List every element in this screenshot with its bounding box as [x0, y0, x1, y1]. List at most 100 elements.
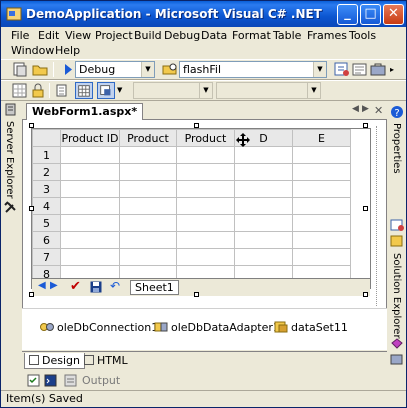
cell[interactable]: [234, 163, 293, 181]
previous-sheet-icon[interactable]: ◀: [38, 280, 46, 291]
resize-handle[interactable]: [29, 292, 34, 297]
column-header[interactable]: E: [292, 129, 351, 147]
row-header[interactable]: 3: [32, 180, 61, 198]
font-name-select[interactable]: ▼: [216, 82, 321, 99]
cell[interactable]: [234, 180, 293, 198]
cell[interactable]: [176, 197, 235, 215]
toolbar-overflow-icon[interactable]: ▸: [390, 61, 400, 78]
resource-view-icon[interactable]: [390, 353, 404, 366]
row-header[interactable]: 7: [32, 248, 61, 266]
class-view-icon[interactable]: [390, 235, 404, 248]
absolute-position-icon[interactable]: [53, 82, 71, 99]
menu-format[interactable]: Format: [232, 29, 271, 42]
menu-view[interactable]: View: [65, 29, 91, 42]
menu-debug[interactable]: Debug: [164, 29, 200, 42]
column-header[interactable]: Product ID: [60, 129, 120, 147]
cell[interactable]: [176, 231, 235, 249]
snap-to-grid-icon[interactable]: [97, 82, 115, 99]
layout-grid-icon[interactable]: [11, 82, 29, 99]
solution-explorer-tab[interactable]: Solution Explorer: [391, 253, 402, 343]
toolbox-icon[interactable]: [369, 61, 387, 78]
cell[interactable]: [176, 163, 235, 181]
cell[interactable]: [119, 231, 177, 249]
menu-tools[interactable]: Tools: [349, 29, 376, 42]
resize-handle[interactable]: [194, 123, 199, 128]
cell[interactable]: [292, 231, 351, 249]
solution-explorer-icon[interactable]: [333, 61, 351, 78]
resize-handle[interactable]: [194, 292, 199, 297]
tray-item-dataset[interactable]: dataSet11: [274, 321, 348, 334]
find-icon[interactable]: [161, 61, 179, 78]
menu-project[interactable]: Project: [95, 29, 133, 42]
cell[interactable]: [176, 146, 235, 164]
cell[interactable]: [60, 197, 120, 215]
resize-handle[interactable]: [29, 206, 34, 211]
spreadsheet-control[interactable]: Product ID Product Product D E 1 2 3 4 5…: [31, 128, 371, 296]
output-tab[interactable]: Output: [82, 374, 120, 387]
block-format-select[interactable]: ▼: [133, 82, 213, 99]
scroll-right-icon[interactable]: ▶: [362, 104, 369, 114]
column-header[interactable]: Product: [176, 129, 235, 147]
cell[interactable]: [234, 231, 293, 249]
cell[interactable]: [119, 146, 177, 164]
corner-cell[interactable]: [32, 129, 61, 147]
row-header[interactable]: 2: [32, 163, 61, 181]
cell[interactable]: [60, 231, 120, 249]
cell[interactable]: [234, 248, 293, 266]
output-icon[interactable]: [64, 374, 77, 387]
menu-build[interactable]: Build: [134, 29, 162, 42]
properties-icon[interactable]: [351, 61, 369, 78]
server-explorer-icon[interactable]: [4, 103, 17, 116]
cell[interactable]: [119, 180, 177, 198]
tray-item-adapter[interactable]: oleDbDataAdapter1: [154, 321, 280, 334]
row-header[interactable]: 4: [32, 197, 61, 215]
new-project-icon[interactable]: [11, 61, 29, 78]
row-header[interactable]: 5: [32, 214, 61, 232]
title-bar[interactable]: DemoApplication - Microsoft Visual C# .N…: [1, 1, 406, 27]
column-header[interactable]: Product: [119, 129, 177, 147]
menu-window[interactable]: Window: [11, 44, 54, 57]
menu-file[interactable]: File: [11, 29, 29, 42]
check-icon[interactable]: ✔: [70, 279, 81, 294]
class-view-icon[interactable]: [390, 337, 404, 350]
server-explorer-tab[interactable]: Server Explorer: [4, 121, 15, 201]
cell[interactable]: [234, 197, 293, 215]
row-header[interactable]: 6: [32, 231, 61, 249]
resize-handle[interactable]: [363, 206, 368, 211]
menu-help[interactable]: Help: [55, 44, 80, 57]
cell[interactable]: [119, 197, 177, 215]
cell[interactable]: [60, 248, 120, 266]
open-file-icon[interactable]: [31, 61, 49, 78]
maximize-button[interactable]: □: [360, 4, 381, 25]
cell[interactable]: [176, 180, 235, 198]
undo-icon[interactable]: ↶: [110, 279, 120, 293]
row-header[interactable]: 1: [32, 146, 61, 164]
cell[interactable]: [176, 248, 235, 266]
cell[interactable]: [292, 248, 351, 266]
lock-icon[interactable]: [29, 82, 47, 99]
tab-webform1[interactable]: WebForm1.aspx*: [26, 103, 144, 120]
resize-handle[interactable]: [363, 123, 368, 128]
show-grid-icon[interactable]: [75, 82, 93, 99]
minimize-button[interactable]: _: [337, 4, 358, 25]
cell[interactable]: [292, 180, 351, 198]
menu-frames[interactable]: Frames: [307, 29, 347, 42]
tab-html[interactable]: HTML: [80, 353, 132, 369]
cell[interactable]: [292, 163, 351, 181]
help-icon[interactable]: ?: [390, 105, 404, 119]
task-list-icon[interactable]: [27, 374, 40, 387]
cell[interactable]: [292, 146, 351, 164]
tab-design[interactable]: Design: [24, 353, 85, 369]
cell[interactable]: [119, 214, 177, 232]
spreadsheet-grid[interactable]: Product ID Product Product D E 1 2 3 4 5…: [32, 129, 351, 283]
command-window-icon[interactable]: [44, 374, 57, 387]
resize-handle[interactable]: [29, 123, 34, 128]
cell[interactable]: [234, 146, 293, 164]
cell[interactable]: [176, 214, 235, 232]
solution-explorer-icon[interactable]: [390, 219, 404, 232]
solution-config-select[interactable]: Debug ▼: [75, 61, 155, 78]
scroll-left-icon[interactable]: ◀: [352, 104, 359, 114]
cell[interactable]: [60, 214, 120, 232]
cell[interactable]: [292, 214, 351, 232]
cell[interactable]: [60, 146, 120, 164]
